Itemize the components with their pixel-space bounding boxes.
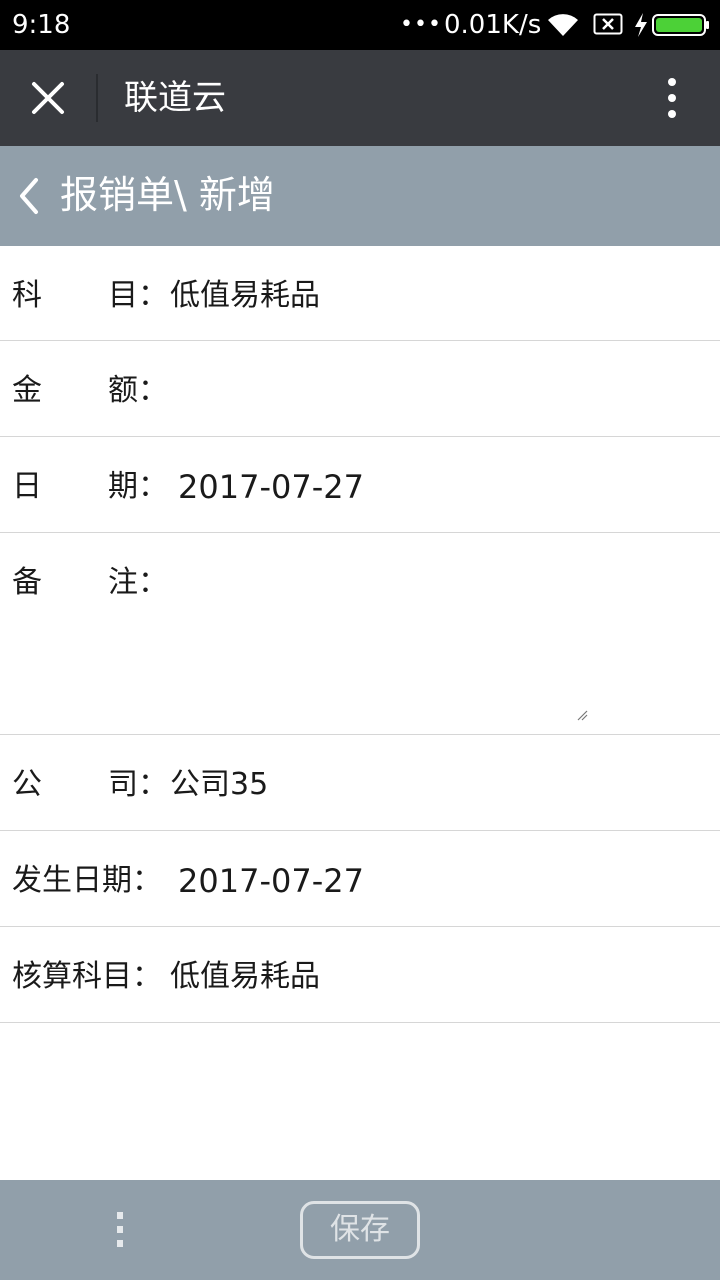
account-row[interactable]: 核算科目： 低值易耗品 [0,927,720,1023]
no-sim-icon [593,13,623,35]
company-row[interactable]: 公 司： 公司35 [0,735,720,831]
notification-dots: ••• [400,12,442,37]
app-bar: 联道云 [0,50,720,146]
subject-row[interactable]: 科 目： 低值易耗品 [0,246,720,341]
date-row[interactable]: 日 期： 2017-07-27 [0,437,720,533]
page-title: 报销单\ 新增 [60,173,275,217]
occur-date-label: 发生日期： [12,863,162,898]
date-value[interactable]: 2017-07-27 [178,467,364,507]
close-icon[interactable] [22,72,74,124]
chevron-left-icon[interactable] [12,174,48,218]
status-bar: 9:18 ••• 0.01K/s [0,0,720,50]
account-label: 核算科目： [12,959,162,994]
subject-value[interactable]: 低值易耗品 [170,276,320,316]
battery-icon [652,14,709,36]
charging-icon [635,13,647,37]
amount-row[interactable]: 金 额： [0,341,720,437]
company-value[interactable]: 公司35 [170,765,268,805]
save-button[interactable]: 保存 [300,1201,420,1259]
page-header: 报销单\ 新增 [0,146,720,246]
more-vertical-icon[interactable] [108,1210,132,1250]
remark-row[interactable]: 备 注： [0,533,720,735]
network-speed: 0.01K/s [444,10,542,40]
wifi-icon [548,14,578,36]
bottom-bar: 保存 [0,1180,720,1280]
account-value[interactable]: 低值易耗品 [170,957,320,997]
appbar-divider [96,74,98,122]
app-title: 联道云 [124,78,226,118]
occur-date-value[interactable]: 2017-07-27 [178,861,364,901]
occur-date-row[interactable]: 发生日期： 2017-07-27 [0,831,720,927]
status-time: 9:18 [12,10,71,40]
more-vertical-icon[interactable] [652,72,692,124]
resize-handle-icon[interactable] [576,709,588,721]
